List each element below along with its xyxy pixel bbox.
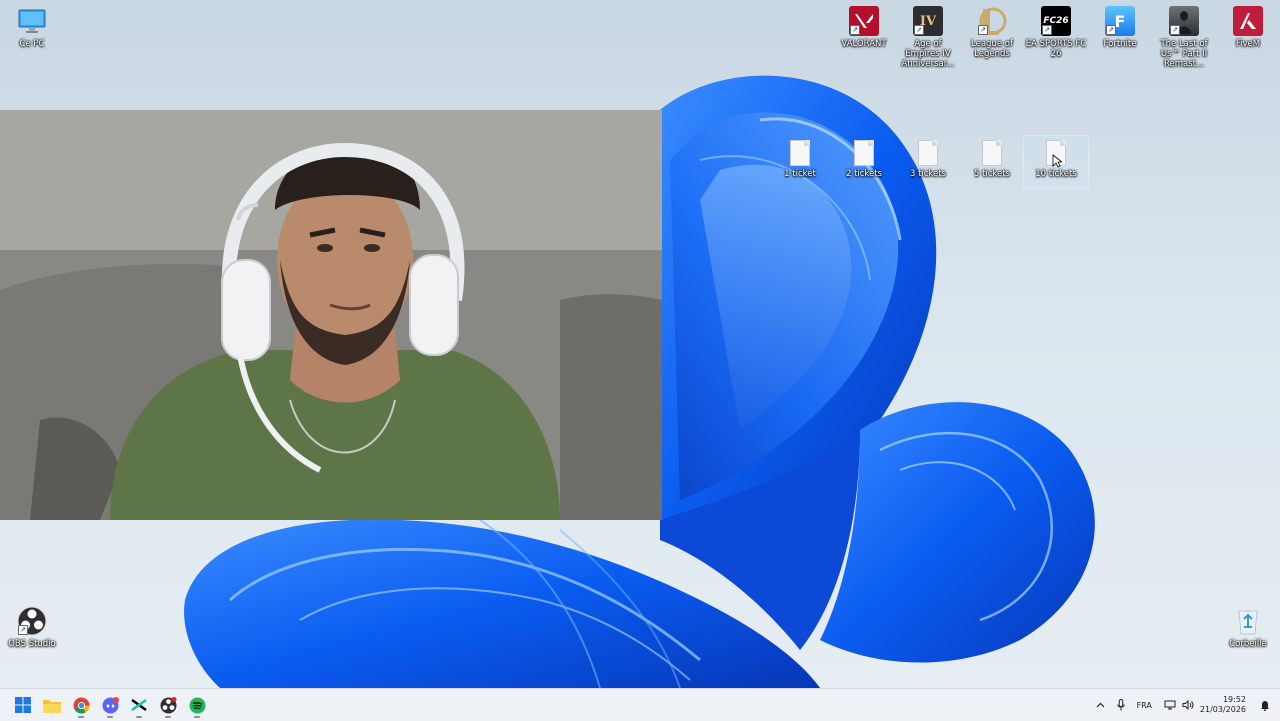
volume-icon xyxy=(1182,700,1194,710)
taskbar: FRA 19:52 21/03/2026 xyxy=(0,688,1280,721)
taskbar-chrome-button[interactable] xyxy=(67,691,95,719)
clock-date: 21/03/2026 xyxy=(1199,705,1246,714)
desktop-file-2-tickets[interactable]: 2 tickets xyxy=(832,140,896,179)
fortnite-icon: F ↗ xyxy=(1105,6,1135,36)
league-of-legends-icon: ↗ xyxy=(977,6,1007,36)
taskbar-spotify-button[interactable] xyxy=(183,691,211,719)
webcam-video-frame xyxy=(0,110,662,520)
network-icon xyxy=(1164,700,1176,710)
desktop-icon-label: OBS Studio xyxy=(8,639,56,649)
desktop-icon-label: League of Legends xyxy=(971,39,1013,59)
taskbar-capcut-button[interactable] xyxy=(125,691,153,719)
fivem-icon xyxy=(1233,6,1263,36)
taskbar-discord-button[interactable] xyxy=(96,691,124,719)
desktop-file-1-ticket[interactable]: 1 ticket xyxy=(768,140,832,179)
chevron-up-icon xyxy=(1096,702,1105,708)
desktop-file-10-tickets[interactable]: 10 tickets xyxy=(1023,135,1089,189)
desktop-icon-fivem[interactable]: FiveM xyxy=(1216,6,1280,49)
desktop-file-label: 10 tickets xyxy=(1035,169,1077,179)
desktop-icon-label: Ce PC xyxy=(19,39,45,49)
capcut-icon xyxy=(131,699,147,711)
desktop-icon-label: EA SPORTS FC 26 xyxy=(1025,39,1087,59)
show-hidden-icons-button[interactable] xyxy=(1096,702,1105,708)
desktop-icon-label: Fortnite xyxy=(1103,39,1137,49)
spotify-icon xyxy=(189,697,205,713)
desktop-icon-label: VALORANT xyxy=(841,39,887,49)
monitor-icon xyxy=(17,6,47,36)
text-file-icon xyxy=(790,140,810,166)
desktop-file-label: 2 tickets xyxy=(845,169,883,179)
volume-button[interactable] xyxy=(1182,700,1194,710)
taskbar-obs-button[interactable] xyxy=(154,691,182,719)
desktop-icon-label: The Last of Us™ Part II Remast... xyxy=(1160,39,1208,69)
desktop-file-3-tickets[interactable]: 3 tickets xyxy=(896,140,960,179)
desktop-file-label: 1 ticket xyxy=(784,169,816,179)
desktop-icon-fortnite[interactable]: F ↗ Fortnite xyxy=(1088,6,1152,49)
clock-time: 19:52 xyxy=(1222,695,1246,704)
mouse-cursor-icon xyxy=(1052,154,1062,168)
desktop-icon-this-pc[interactable]: Ce PC xyxy=(0,6,64,49)
text-file-icon xyxy=(918,140,938,166)
webcam-overlay xyxy=(0,110,662,520)
bell-icon xyxy=(1261,700,1269,711)
obs-icon xyxy=(160,696,176,713)
desktop-icon-obs-studio[interactable]: ↗ OBS Studio xyxy=(0,606,64,649)
desktop-file-label: 5 tickets xyxy=(973,169,1011,179)
desktop-icon-the-last-of-us[interactable]: ↗ The Last of Us™ Part II Remast... xyxy=(1152,6,1216,69)
discord-icon xyxy=(102,696,119,713)
taskbar-start-button[interactable] xyxy=(9,691,37,719)
recycle-bin-icon xyxy=(1233,606,1263,636)
the-last-of-us-icon: ↗ xyxy=(1169,6,1199,36)
notifications-button[interactable] xyxy=(1260,700,1270,711)
clock[interactable]: 19:52 21/03/2026 xyxy=(1200,695,1246,715)
windows-start-icon xyxy=(15,697,31,713)
desktop-file-label: 3 tickets xyxy=(909,169,947,179)
desktop-icon-age-of-empires[interactable]: IV ↗ Age of Empires IV Anniversar... xyxy=(896,6,960,69)
desktop-icon-label: Corbeille xyxy=(1229,639,1267,649)
system-tray: FRA 19:52 21/03/2026 xyxy=(1090,689,1280,721)
age-of-empires-icon: IV ↗ xyxy=(913,6,943,36)
desktop-icon-recycle-bin[interactable]: Corbeille xyxy=(1216,606,1280,649)
text-file-icon xyxy=(982,140,1002,166)
folder-icon xyxy=(43,699,61,713)
desktop-file-5-tickets[interactable]: 5 tickets xyxy=(960,140,1024,179)
network-button[interactable] xyxy=(1164,700,1176,710)
obs-studio-icon: ↗ xyxy=(17,606,47,636)
desktop-icon-label: Age of Empires IV Anniversar... xyxy=(901,39,955,69)
microphone-icon xyxy=(1116,699,1125,711)
ea-sports-fc-icon: FC26 ↗ xyxy=(1041,6,1071,36)
desktop-icon-league-of-legends[interactable]: ↗ League of Legends xyxy=(960,6,1024,59)
desktop-icon-label: FiveM xyxy=(1235,39,1261,49)
desktop-icon-valorant[interactable]: ↗ VALORANT xyxy=(832,6,896,49)
microphone-button[interactable] xyxy=(1116,699,1125,711)
desktop-icon-ea-sports-fc[interactable]: FC26 ↗ EA SPORTS FC 26 xyxy=(1024,6,1088,59)
text-file-icon xyxy=(854,140,874,166)
taskbar-file-explorer-button[interactable] xyxy=(38,691,66,719)
valorant-icon: ↗ xyxy=(849,6,879,36)
chrome-icon xyxy=(73,697,89,713)
language-indicator[interactable]: FRA xyxy=(1137,701,1152,710)
